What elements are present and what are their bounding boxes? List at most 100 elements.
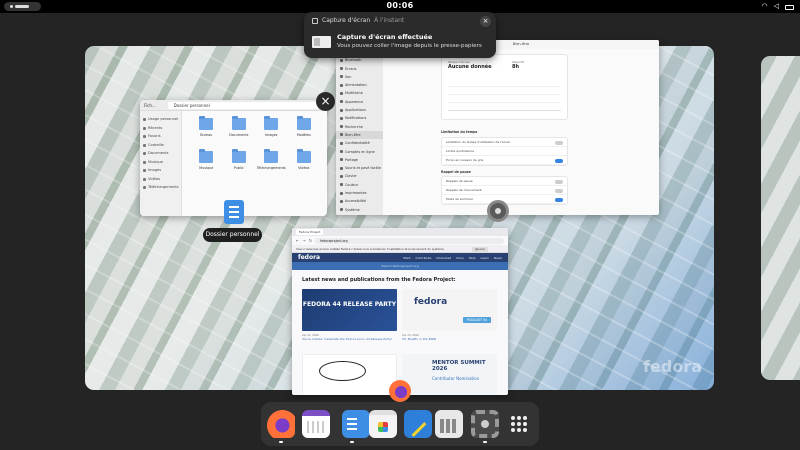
toggle-switch[interactable] [555, 197, 563, 202]
folder-item[interactable]: Vidéos [288, 149, 321, 170]
settings-nav-item[interactable]: Notifications [336, 114, 383, 122]
news-card[interactable]: MENTOR SUMMIT 2026 Contributor Nominatio… [402, 354, 497, 395]
toggle-switch[interactable] [555, 179, 563, 184]
nav-link[interactable]: Contribute [415, 256, 431, 260]
settings-row[interactable]: Limite quotidienne [442, 147, 567, 156]
news-card[interactable] [302, 354, 397, 395]
news-card[interactable]: fedora PODCAST 54 Apr 20, 2026 54: Bluef… [402, 289, 497, 341]
sidebar-item[interactable]: Musique [140, 158, 181, 167]
news-card[interactable]: FEDORA 44 RELEASE PARTY Apr 21, 2026 You… [302, 289, 397, 341]
site-header: fedora Start Contribute Download Docs He… [292, 253, 508, 262]
nav-link[interactable]: Help [469, 256, 476, 260]
settings-nav-item[interactable]: Accessibilité [336, 197, 383, 205]
browser-tab[interactable]: Fedora Project [296, 229, 324, 235]
settings-nav-item[interactable]: Comptes en ligne [336, 148, 383, 156]
volume-icon: ◁ [773, 2, 779, 10]
text-editor-icon[interactable] [404, 410, 432, 438]
toggle-switch[interactable] [555, 140, 563, 145]
files-icon[interactable] [342, 410, 370, 438]
settings-nav-item[interactable]: Son [336, 73, 383, 81]
firefox-icon[interactable] [267, 410, 295, 438]
settings-window[interactable]: Réseau Bluetooth Écrans Son Alimentation… [336, 40, 659, 215]
close-window-button[interactable]: × [316, 92, 335, 111]
settings-nav-item[interactable]: Apparence [336, 98, 383, 106]
screenshot-notification[interactable]: Capture d'écran À l'instant × Capture d'… [304, 12, 496, 58]
sidebar-item[interactable]: Favoris [140, 132, 181, 141]
app-grid-icon[interactable] [507, 410, 535, 438]
sidebar-item[interactable]: Documents [140, 149, 181, 158]
folder-item[interactable]: Musique [190, 149, 223, 170]
sidebar-item[interactable]: Vidéos [140, 175, 181, 184]
settings-nav-item[interactable]: Recherche [336, 123, 383, 131]
calculator-icon[interactable] [435, 410, 463, 438]
settings-nav-item[interactable]: Confidentialité [336, 139, 383, 147]
settings-nav-item[interactable]: Multitâche [336, 89, 383, 97]
nav-link[interactable]: Learn [481, 256, 489, 260]
forward-icon[interactable]: → [302, 238, 305, 243]
settings-nav-item[interactable]: Alimentation [336, 81, 383, 89]
running-indicator [483, 441, 487, 443]
news-image: FEDORA 44 RELEASE PARTY [302, 289, 397, 331]
settings-nav-item[interactable]: Imprimantes [336, 189, 383, 197]
folder-item[interactable]: Téléchargements [255, 149, 288, 170]
path-bar[interactable]: Dossier personnel [167, 101, 323, 109]
next-workspace[interactable] [761, 56, 800, 380]
url-bar[interactable]: fedoraproject.org [315, 237, 504, 244]
folder-item[interactable]: Documents [223, 116, 256, 137]
settings-nav-item[interactable]: Système [336, 206, 383, 214]
news-heading: Latest news and publications from the Fe… [302, 277, 456, 283]
settings-nav-item-selected[interactable]: Bien-être [336, 130, 383, 140]
files-sidebar: Usage personnel Récents Favoris Corbeill… [140, 111, 182, 216]
toggle-switch[interactable] [555, 188, 563, 193]
nav-link[interactable]: Start [403, 256, 410, 260]
settings-nav-item[interactable]: Applications [336, 106, 383, 114]
folder-icon [296, 149, 311, 163]
settings-icon[interactable] [471, 410, 499, 438]
usage-chart [448, 79, 561, 111]
site-search[interactable]: Search fedoraproject.org [292, 262, 508, 270]
nav-link[interactable]: News [494, 256, 502, 260]
settings-row[interactable]: Rappels de pause [442, 177, 567, 186]
sidebar-item[interactable]: Téléchargements [140, 183, 181, 192]
files-headerbar: Fich... Dossier personnel [140, 100, 327, 111]
folder-icon [264, 149, 279, 163]
firefox-app-icon [389, 380, 411, 402]
sidebar-item[interactable]: Images [140, 166, 181, 175]
close-notification-button[interactable]: × [480, 16, 491, 27]
settings-row[interactable]: Limitation du temps d'utilisation de l'é… [442, 138, 567, 147]
battery-icon [785, 4, 794, 10]
reload-icon[interactable]: ↻ [309, 238, 312, 243]
settings-row[interactable]: Écran en niveaux de gris [442, 156, 567, 165]
system-tray[interactable]: ◠ ◁ [762, 2, 794, 11]
folder-icon [231, 149, 246, 163]
folder-icon [199, 149, 214, 163]
files-window[interactable]: Fich... Dossier personnel Usage personne… [140, 100, 327, 216]
settings-nav-item[interactable]: Écrans [336, 65, 383, 73]
notice-dismiss-button[interactable]: Ignorer [471, 246, 488, 252]
settings-nav-item[interactable]: Couleur [336, 181, 383, 189]
news-image [302, 354, 397, 395]
clock[interactable]: 00:06 [0, 1, 800, 10]
folder-item[interactable]: Images [255, 116, 288, 137]
software-icon[interactable] [369, 410, 397, 438]
folder-icon [199, 116, 214, 130]
folder-item[interactable]: Modèles [288, 116, 321, 137]
settings-row[interactable]: Rappels de mouvement [442, 186, 567, 195]
folder-item[interactable]: Public [223, 149, 256, 170]
settings-nav-item[interactable]: Clavier [336, 172, 383, 180]
screen-time-card: Temps d'écran Aucune donnée Objectif 8h [441, 54, 568, 120]
nav-link[interactable]: Download [436, 256, 451, 260]
sidebar-item[interactable]: Usage personnel [140, 115, 181, 124]
back-icon[interactable]: ← [296, 238, 299, 243]
screenshot-icon [312, 17, 318, 24]
sidebar-item[interactable]: Corbeille [140, 141, 181, 150]
settings-nav-item[interactable]: Partage [336, 156, 383, 164]
toggle-switch[interactable] [555, 158, 563, 163]
nav-link[interactable]: Docs [456, 256, 463, 260]
calendar-icon[interactable] [302, 410, 330, 438]
folder-item[interactable]: Bureau [190, 116, 223, 137]
sidebar-item[interactable]: Récents [140, 124, 181, 133]
settings-nav-item[interactable]: Souris et pavé tactile [336, 164, 383, 172]
fedora-logo[interactable]: fedora [298, 254, 320, 261]
firefox-window[interactable]: Fedora Project ← → ↻ fedoraproject.org V… [292, 228, 508, 395]
